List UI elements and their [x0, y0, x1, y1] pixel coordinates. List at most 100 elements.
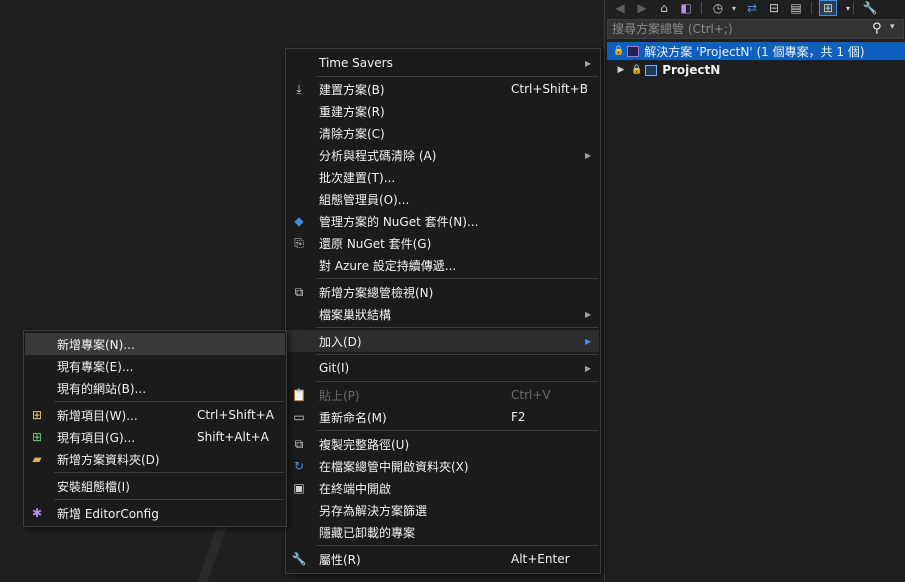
menu-item-add[interactable]: 加入(D) ▶ [287, 330, 599, 352]
solution-label: 解決方案 'ProjectN' (1 個專案，共 1 個) [644, 44, 865, 59]
show-all-files-icon[interactable]: ▤ [787, 0, 805, 16]
menu-item-label: 在終端中開啟 [319, 481, 392, 496]
menu-item-time-savers[interactable]: Time Savers ▶ [287, 52, 599, 74]
submenu-arrow-icon: ▶ [585, 309, 592, 319]
menu-item-rebuild-solution[interactable]: 重建方案(R) [287, 100, 599, 122]
home-icon[interactable]: ⌂ [655, 0, 673, 16]
open-folder-icon: ↻ [293, 459, 305, 473]
nuget-icon: ◆ [294, 214, 304, 228]
solution-context-menu: Time Savers ▶ ⤓ 建置方案(B) Ctrl+Shift+B 重建方… [285, 48, 601, 574]
menu-item-clean-solution[interactable]: 清除方案(C) [287, 122, 599, 144]
menu-separator [54, 499, 284, 500]
menu-item-paste[interactable]: 📋 貼上(P) Ctrl+V [287, 384, 599, 406]
submenu-item-new-project[interactable]: 新增專案(N)... [25, 333, 285, 355]
menu-item-build-solution[interactable]: ⤓ 建置方案(B) Ctrl+Shift+B [287, 78, 599, 100]
menu-item-label: 另存為解決方案篩選 [319, 503, 428, 518]
menu-separator [316, 381, 598, 382]
search-icon[interactable]: ⚲ [872, 21, 882, 36]
menu-item-manage-nuget[interactable]: ◆ 管理方案的 NuGet 套件(N)... [287, 210, 599, 232]
menu-separator [316, 354, 598, 355]
solution-node[interactable]: 🔒 解決方案 'ProjectN' (1 個專案，共 1 個) [607, 42, 905, 60]
menu-item-new-view[interactable]: ⧉ 新增方案總管檢視(N) [287, 281, 599, 303]
menu-item-label: 新增方案總管檢視(N) [319, 285, 434, 300]
submenu-item-new-item[interactable]: ⊞ 新增項目(W)... Ctrl+Shift+A [25, 404, 285, 426]
menu-item-git[interactable]: Git(I) ▶ [287, 357, 599, 379]
menu-separator [316, 76, 598, 77]
back-icon[interactable]: ◀ [611, 0, 629, 16]
submenu-item-new-solution-folder[interactable]: ▰ 新增方案資料夾(D) [25, 448, 285, 470]
menu-item-copy-path[interactable]: ⧉ 複製完整路徑(U) [287, 433, 599, 455]
project-label: ProjectN [662, 63, 721, 77]
menu-item-hide-unloaded[interactable]: 隱藏已卸載的專案 [287, 521, 599, 543]
menu-separator [316, 327, 598, 328]
switch-views-dropdown-icon[interactable]: ▾ [839, 0, 857, 16]
menu-item-label: 檔案巢狀結構 [319, 307, 392, 322]
menu-separator [54, 401, 284, 402]
new-view-icon: ⧉ [294, 284, 304, 299]
wrench-icon: 🔧 [291, 552, 307, 566]
submenu-item-new-editorconfig[interactable]: ✱ 新增 EditorConfig [25, 502, 285, 524]
menu-item-label: 批次建置(T)... [319, 170, 396, 185]
toolbar-separator [811, 2, 812, 14]
menu-item-label: 貼上(P) [319, 388, 360, 403]
menu-item-label: 在檔案總管中開啟資料夾(X) [319, 459, 469, 474]
menu-item-open-terminal[interactable]: ▣ 在終端中開啟 [287, 477, 599, 499]
menu-item-properties[interactable]: 🔧 屬性(R) Alt+Enter [287, 548, 599, 570]
menu-item-label: 管理方案的 NuGet 套件(N)... [319, 214, 479, 229]
restore-icon: ⎘ [294, 235, 304, 250]
folder-icon: ▰ [32, 452, 42, 466]
menu-item-azure-cd[interactable]: 對 Azure 設定持續傳遞... [287, 254, 599, 276]
menu-item-label: 重新命名(M) [319, 410, 387, 425]
submenu-item-existing-item[interactable]: ⊞ 現有項目(G)... Shift+Alt+A [25, 426, 285, 448]
terminal-icon: ▣ [293, 481, 305, 495]
vs-icon[interactable]: ◧ [677, 0, 695, 16]
menu-item-file-nesting[interactable]: 檔案巢狀結構 ▶ [287, 303, 599, 325]
submenu-arrow-icon: ▶ [585, 363, 592, 373]
expand-chevron-icon[interactable]: ▶ [615, 65, 627, 75]
collapse-icon[interactable]: ⊟ [765, 0, 783, 16]
toolbar-separator [701, 2, 702, 14]
menu-item-restore-nuget[interactable]: ⎘ 還原 NuGet 套件(G) [287, 232, 599, 254]
menu-item-label: 現有項目(G)... [57, 430, 136, 445]
menu-item-label: Git(I) [319, 361, 350, 375]
submenu-item-existing-project[interactable]: 現有專案(E)... [25, 355, 285, 377]
history-dropdown-icon[interactable]: ▾ [725, 0, 743, 16]
toolbar-separator [853, 2, 854, 14]
menu-item-label: 複製完整路徑(U) [319, 437, 410, 452]
menu-item-label: 新增項目(W)... [57, 408, 138, 423]
project-icon [645, 64, 658, 76]
solution-icon [627, 45, 640, 57]
menu-item-label: 新增專案(N)... [57, 337, 135, 352]
menu-item-label: 重建方案(R) [319, 104, 385, 119]
menu-item-label: 現有的網站(B)... [57, 381, 147, 396]
forward-icon[interactable]: ▶ [633, 0, 651, 16]
solution-explorer-toolbar: ◀ ▶ ⌂ ◧ ◷ ▾ ⇄ ⊟ ▤ ⊞ ▾ 🔧 [605, 0, 905, 18]
switch-views-icon[interactable]: ⊞ [819, 0, 837, 16]
menu-item-label: 清除方案(C) [319, 126, 385, 141]
search-options-dropdown-icon[interactable]: ▾ [890, 22, 895, 32]
submenu-item-existing-website[interactable]: 現有的網站(B)... [25, 377, 285, 399]
menu-item-label: 新增 EditorConfig [57, 506, 159, 521]
properties-icon[interactable]: 🔧 [861, 0, 879, 16]
menu-item-batch-build[interactable]: 批次建置(T)... [287, 166, 599, 188]
menu-item-analyze-cleanup[interactable]: 分析與程式碼清除 (A) ▶ [287, 144, 599, 166]
menu-item-save-filter[interactable]: 另存為解決方案篩選 [287, 499, 599, 521]
project-node[interactable]: ▶ 🔒 ProjectN [607, 61, 905, 79]
menu-item-configuration-manager[interactable]: 組態管理員(O)... [287, 188, 599, 210]
menu-item-label: 安裝組態檔(I) [57, 479, 130, 494]
solution-explorer-panel: ◀ ▶ ⌂ ◧ ◷ ▾ ⇄ ⊟ ▤ ⊞ ▾ 🔧 ⚲ ▾ 🔒 解決方案 'Proj… [604, 0, 905, 582]
submenu-item-install-component[interactable]: 安裝組態檔(I) [25, 475, 285, 497]
menu-item-open-folder[interactable]: ↻ 在檔案總管中開啟資料夾(X) [287, 455, 599, 477]
menu-item-shortcut: Alt+Enter [511, 552, 570, 566]
lock-icon: 🔒 [613, 46, 625, 56]
sync-icon[interactable]: ⇄ [743, 0, 761, 16]
solution-explorer-search[interactable]: ⚲ ▾ [607, 19, 904, 39]
copy-icon: ⧉ [294, 436, 304, 451]
menu-item-label: 建置方案(B) [319, 82, 385, 97]
build-icon: ⤓ [296, 81, 302, 96]
search-input[interactable] [612, 22, 862, 36]
menu-item-rename[interactable]: ▭ 重新命名(M) F2 [287, 406, 599, 428]
submenu-arrow-icon: ▶ [585, 336, 592, 346]
menu-item-shortcut: Ctrl+Shift+B [511, 82, 588, 96]
menu-item-label: 還原 NuGet 套件(G) [319, 236, 432, 251]
